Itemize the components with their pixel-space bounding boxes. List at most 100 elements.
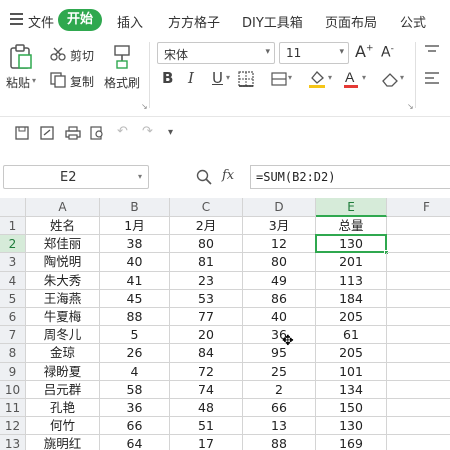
increase-font-icon[interactable]: A+	[355, 42, 374, 61]
table-cell[interactable]	[387, 363, 450, 381]
table-cell[interactable]	[387, 235, 450, 254]
row-header[interactable]: 8	[0, 344, 26, 363]
table-cell[interactable]: 61	[316, 326, 387, 345]
table-cell[interactable]	[387, 253, 450, 272]
table-cell[interactable]: 51	[170, 417, 243, 436]
table-cell[interactable]: 姓名	[26, 217, 100, 236]
table-cell[interactable]: 26	[100, 344, 170, 363]
paste-dropdown-icon[interactable]: ▾	[32, 76, 36, 85]
table-cell[interactable]: 66	[243, 399, 316, 418]
align-top-icon[interactable]	[424, 44, 440, 58]
table-cell[interactable]	[387, 272, 450, 290]
table-cell[interactable]: 48	[170, 399, 243, 418]
table-cell[interactable]: 40	[243, 308, 316, 327]
copy-icon[interactable]	[50, 72, 66, 88]
tab-fangfang[interactable]: 方方格子	[168, 12, 220, 31]
column-header-d[interactable]: D	[243, 198, 316, 217]
save-icon[interactable]	[15, 126, 29, 140]
column-header-b[interactable]: B	[100, 198, 170, 217]
table-cell[interactable]: 101	[316, 362, 387, 381]
table-cell[interactable]: 64	[100, 435, 170, 450]
menu-file[interactable]: 文件	[28, 12, 54, 31]
redo-icon[interactable]: ↷	[142, 124, 153, 139]
table-cell[interactable]: 40	[100, 253, 170, 272]
table-cell[interactable]: 81	[170, 253, 243, 272]
table-cell[interactable]: 朱大秀	[26, 271, 100, 290]
table-cell[interactable]: 金琼	[26, 344, 100, 363]
font-size-dropdown[interactable]: 11 ▾	[279, 42, 349, 64]
table-cell[interactable]: 23	[170, 271, 243, 290]
table-cell[interactable]: 王海燕	[26, 289, 100, 308]
table-cell[interactable]: 20	[170, 326, 243, 345]
font-color-dropdown-icon[interactable]: ▾	[362, 73, 366, 82]
selected-cell[interactable]: 130	[315, 234, 387, 254]
column-header-c[interactable]: C	[170, 198, 243, 217]
column-header-a[interactable]: A	[26, 198, 100, 217]
scissors-icon[interactable]	[50, 47, 66, 61]
row-header[interactable]: 2	[0, 235, 26, 254]
formula-input[interactable]: =SUM(B2:D2)	[250, 165, 450, 189]
table-cell[interactable]: 84	[170, 344, 243, 363]
tab-page-layout[interactable]: 页面布局	[325, 12, 377, 31]
table-cell[interactable]: 66	[100, 417, 170, 436]
table-cell[interactable]	[387, 399, 450, 418]
tab-formula[interactable]: 公式	[400, 12, 426, 31]
customize-toolbar-icon[interactable]: ▾	[168, 127, 173, 138]
zoom-search-icon[interactable]	[196, 169, 212, 185]
table-cell[interactable]: 53	[170, 289, 243, 308]
row-header[interactable]: 10	[0, 380, 26, 399]
table-cell[interactable]: 201	[316, 253, 387, 272]
table-cell[interactable]: 12	[243, 235, 316, 254]
row-header[interactable]: 13	[0, 435, 26, 450]
table-cell[interactable]: 禄盼夏	[26, 362, 100, 381]
table-cell[interactable]: 25	[243, 362, 316, 381]
table-cell[interactable]: 58	[100, 380, 170, 399]
fill-style-icon[interactable]	[271, 71, 287, 87]
column-header-e[interactable]: E	[316, 198, 387, 217]
clipboard-launcher-icon[interactable]: ↘	[141, 102, 148, 111]
fill-style-dropdown-icon[interactable]: ▾	[288, 73, 292, 82]
paste-icon[interactable]	[8, 44, 34, 70]
cut-button[interactable]: 剪切	[70, 47, 94, 64]
table-cell[interactable]: 38	[100, 235, 170, 254]
table-cell[interactable]: 41	[100, 271, 170, 290]
table-cell[interactable]: 2月	[170, 217, 243, 236]
undo-icon[interactable]: ↶	[117, 124, 128, 139]
underline-dropdown-icon[interactable]: ▾	[226, 73, 230, 82]
tab-start[interactable]: 开始	[58, 9, 102, 31]
fill-color-icon[interactable]	[308, 69, 326, 89]
table-cell[interactable]: 郑佳丽	[26, 235, 100, 254]
table-cell[interactable]: 1月	[100, 217, 170, 236]
table-cell[interactable]	[387, 326, 450, 345]
table-cell[interactable]: 80	[170, 235, 243, 254]
table-cell[interactable]: 17	[170, 435, 243, 450]
table-cell[interactable]: 孔艳	[26, 399, 100, 418]
table-cell[interactable]: 牛夏梅	[26, 308, 100, 327]
export-icon[interactable]	[40, 126, 54, 140]
table-cell[interactable]: 88	[243, 435, 316, 450]
borders-icon[interactable]	[238, 71, 254, 87]
insert-function-button[interactable]: fx	[222, 168, 234, 183]
table-cell[interactable]: 88	[100, 308, 170, 327]
column-header-f[interactable]: F	[387, 198, 450, 217]
row-header[interactable]: 4	[0, 271, 26, 290]
table-cell[interactable]: 2	[243, 380, 316, 399]
table-cell[interactable]	[387, 308, 450, 327]
table-cell[interactable]	[387, 344, 450, 363]
table-cell[interactable]: 3月	[243, 217, 316, 236]
align-left-icon[interactable]	[424, 71, 440, 85]
print-preview-icon[interactable]	[90, 126, 104, 140]
table-cell[interactable]: 陶悦明	[26, 253, 100, 272]
table-cell[interactable]: 77	[170, 308, 243, 327]
format-painter-icon[interactable]	[112, 44, 132, 70]
row-header[interactable]: 12	[0, 417, 26, 436]
table-cell[interactable]: 周冬儿	[26, 326, 100, 345]
table-cell[interactable]	[387, 290, 450, 308]
font-color-icon[interactable]: A	[343, 69, 359, 89]
table-cell[interactable]: 113	[316, 271, 387, 290]
font-name-dropdown[interactable]: 宋体 ▾	[157, 42, 275, 64]
table-cell[interactable]: 86	[243, 289, 316, 308]
table-cell[interactable]: 205	[316, 308, 387, 327]
tab-insert[interactable]: 插入	[117, 12, 143, 31]
row-header[interactable]: 7	[0, 326, 26, 345]
